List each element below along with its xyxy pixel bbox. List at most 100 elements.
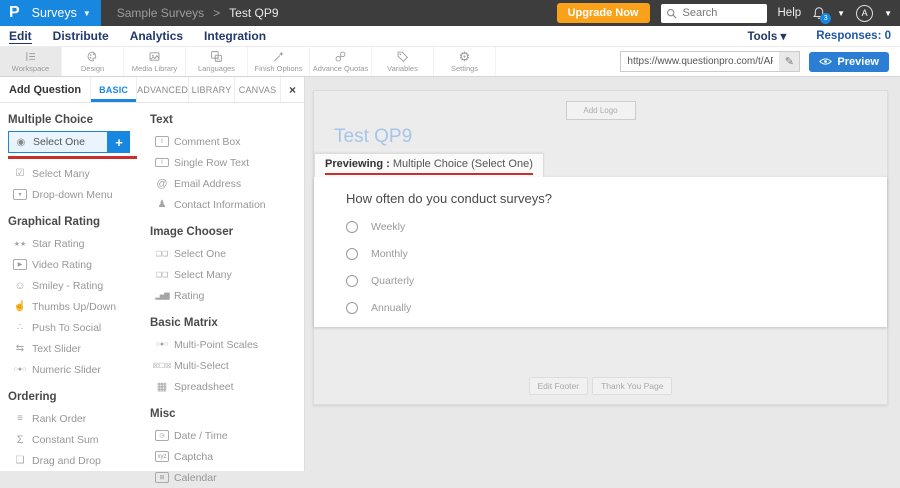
add-logo-button[interactable]: Add Logo xyxy=(566,101,636,120)
question-type-single-row-text[interactable]: ISingle Row Text xyxy=(150,152,302,173)
question-type-label: Drop-down Menu xyxy=(32,189,113,201)
tab-advanced[interactable]: ADVANCED xyxy=(136,77,188,102)
question-type-label: Calendar xyxy=(174,472,217,484)
question-type-label: Constant Sum xyxy=(32,434,99,446)
question-type-select-many[interactable]: ☑Select Many xyxy=(8,163,150,184)
toolbar: WorkspaceDesign Media Library ALanguagesFi… xyxy=(0,47,900,77)
menu-item-analytics[interactable]: Analytics xyxy=(130,29,183,44)
question-type-captcha[interactable]: xyzCaptcha xyxy=(150,446,302,467)
question-type-push-to-social[interactable]: ∴Push To Social xyxy=(8,317,150,338)
question-type-text-slider[interactable]: ⇆Text Slider xyxy=(8,338,150,359)
tab-canvas[interactable]: CANVAS xyxy=(234,77,280,102)
question-type-multi-select[interactable]: ☒☐☒Multi-Select xyxy=(150,355,302,376)
tab-basic[interactable]: BASIC xyxy=(90,77,136,102)
question-type-label: Drag and Drop xyxy=(32,455,101,467)
section-heading-text: Text xyxy=(150,114,302,126)
search-input[interactable] xyxy=(681,6,759,20)
panel-title: Add Question xyxy=(0,77,90,102)
section-heading-multiple-choice: Multiple Choice xyxy=(8,114,150,126)
question-type-spreadsheet[interactable]: ▦Spreadsheet xyxy=(150,376,302,397)
survey-title: Test QP9 xyxy=(334,126,887,148)
question-type-select-one[interactable]: ❑❑Select One xyxy=(150,243,302,264)
preview-button[interactable]: Preview xyxy=(809,52,889,72)
question-type-label: Spreadsheet xyxy=(174,381,234,393)
question-type-thumbs-up-down[interactable]: ☝Thumbs Up/Down xyxy=(8,296,150,317)
question-type-label: Smiley - Rating xyxy=(32,280,103,292)
finish-options-icon xyxy=(272,50,285,63)
answer-option-label: Weekly xyxy=(371,221,405,233)
design-button[interactable]: Design xyxy=(62,47,124,76)
question-type-numeric-slider[interactable]: ○●○Numeric Slider xyxy=(8,359,150,380)
edit-url-button[interactable]: ✎ xyxy=(779,52,799,71)
question-type-rank-order[interactable]: ≡Rank Order xyxy=(8,408,150,429)
edit-footer-button[interactable]: Edit Footer xyxy=(529,377,589,395)
tools-dropdown[interactable]: Tools ▾ xyxy=(747,29,786,43)
radio-button[interactable] xyxy=(346,275,358,287)
question-type-select-many[interactable]: ❑❑Select Many xyxy=(150,264,302,285)
media-library-icon xyxy=(148,50,161,63)
radio-icon: ◉ xyxy=(9,137,33,148)
tab-library[interactable]: LIBRARY xyxy=(188,77,234,102)
question-type-video-rating[interactable]: ▶Video Rating xyxy=(8,254,150,275)
section-heading-image-chooser: Image Chooser xyxy=(150,226,302,238)
question-type-rating[interactable]: ▂▅▇Rating xyxy=(150,285,302,306)
smiley-icon: ☺ xyxy=(8,280,32,292)
question-type-email-address[interactable]: @Email Address xyxy=(150,173,302,194)
question-type-constant-sum[interactable]: ΣConstant Sum xyxy=(8,429,150,450)
finish-options-button[interactable]: Finish Options xyxy=(248,47,310,76)
question-type-date-time[interactable]: ◷Date / Time xyxy=(150,425,302,446)
variables-button[interactable]: Variables xyxy=(372,47,434,76)
question-type-select-one[interactable]: ◉Select One xyxy=(8,131,108,153)
question-type-star-rating[interactable]: ★★Star Rating xyxy=(8,233,150,254)
workspace-button[interactable]: Workspace xyxy=(0,47,62,76)
question-type-multi-point-scales[interactable]: ○●○Multi-Point Scales xyxy=(150,334,302,355)
radio-button[interactable] xyxy=(346,248,358,260)
answer-option-annually: Annually xyxy=(346,302,887,314)
menu-item-distribute[interactable]: Distribute xyxy=(53,29,109,44)
variables-label: Variables xyxy=(387,64,418,73)
question-type-calendar[interactable]: ⊞Calendar xyxy=(150,467,302,488)
settings-button[interactable]: ⚙Settings xyxy=(434,47,496,76)
menu-item-edit[interactable]: Edit xyxy=(9,29,32,44)
question-card: How often do you conduct surveys? Weekly… xyxy=(314,177,887,327)
chevron-down-icon: ▼ xyxy=(884,9,892,18)
question-type-smiley-rating[interactable]: ☺Smiley - Rating xyxy=(8,275,150,296)
bars-icon: ▂▅▇ xyxy=(150,292,174,300)
search-box[interactable] xyxy=(661,4,767,23)
advance-quotas-label: Advance Quotas xyxy=(313,64,368,73)
radio-button[interactable] xyxy=(346,221,358,233)
survey-url-input[interactable] xyxy=(621,52,779,71)
previewing-tab: Previewing : Multiple Choice (Select One… xyxy=(314,153,544,177)
responses-count[interactable]: Responses: 0 xyxy=(816,30,891,42)
question-type-drag-and-drop[interactable]: ❏Drag and Drop xyxy=(8,450,150,471)
upgrade-now-button[interactable]: Upgrade Now xyxy=(557,3,650,23)
person-icon: ♟ xyxy=(150,199,174,210)
question-type-drop-down-menu[interactable]: ▾Drop-down Menu xyxy=(8,184,150,205)
add-question-type-button[interactable]: + xyxy=(108,131,130,153)
media-library-label: Media Library xyxy=(132,64,177,73)
help-link[interactable]: Help xyxy=(778,7,802,19)
question-type-label: Push To Social xyxy=(32,322,101,334)
workspace-icon xyxy=(24,50,37,63)
notifications-button[interactable]: 3 xyxy=(812,6,826,20)
breadcrumb-parent[interactable]: Sample Surveys xyxy=(117,6,204,20)
monitors-icon: ❑❑ xyxy=(150,250,174,258)
top-bar: P Surveys ▼ Sample Surveys > Test QP9 Up… xyxy=(0,0,900,26)
thank-you-page-button[interactable]: Thank You Page xyxy=(592,377,672,395)
avatar[interactable]: A xyxy=(856,5,873,22)
questionpro-logo-icon[interactable]: P xyxy=(9,5,20,21)
clock-icon: ◷ xyxy=(150,430,174,441)
languages-button[interactable]: ALanguages xyxy=(186,47,248,76)
radio-button[interactable] xyxy=(346,302,358,314)
question-type-comment-box[interactable]: IComment Box xyxy=(150,131,302,152)
section-heading-basic-matrix: Basic Matrix xyxy=(150,317,302,329)
close-icon: × xyxy=(289,83,296,97)
video-icon: ▶ xyxy=(8,259,32,270)
product-switcher[interactable]: Surveys ▼ xyxy=(32,6,91,20)
close-panel-button[interactable]: × xyxy=(280,77,304,102)
advance-quotas-button[interactable]: Advance Quotas xyxy=(310,47,372,76)
media-library-button[interactable]: Media Library xyxy=(124,47,186,76)
menu-item-integration[interactable]: Integration xyxy=(204,29,266,44)
question-type-contact-information[interactable]: ♟Contact Information xyxy=(150,194,302,215)
preview-label: Preview xyxy=(837,56,879,68)
